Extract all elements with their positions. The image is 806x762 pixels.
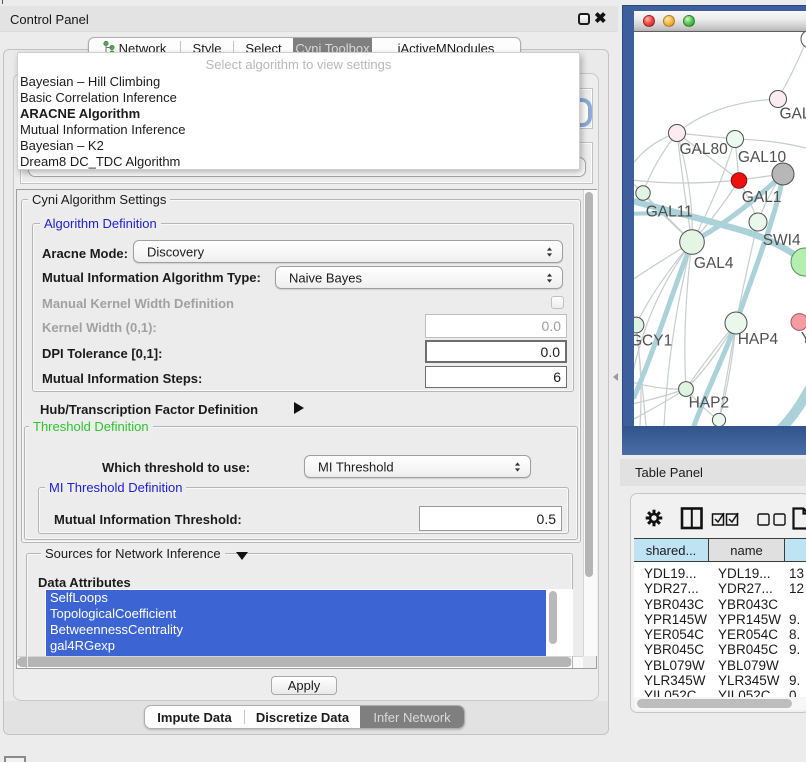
svg-text:GAL10: GAL10	[738, 149, 787, 166]
svg-text:GAL80: GAL80	[680, 141, 729, 158]
svg-text:GAL1: GAL1	[742, 189, 782, 206]
svg-text:HAP2: HAP2	[689, 395, 730, 412]
svg-text:GAL7: GAL7	[780, 105, 806, 122]
svg-text:GCY1: GCY1	[634, 333, 672, 350]
svg-text:Y: Y	[801, 330, 806, 347]
svg-text:GAL4: GAL4	[694, 255, 734, 272]
svg-text:GAL11: GAL11	[646, 204, 693, 221]
svg-text:SWI4: SWI4	[763, 232, 801, 249]
svg-text:HAP4: HAP4	[738, 331, 779, 348]
